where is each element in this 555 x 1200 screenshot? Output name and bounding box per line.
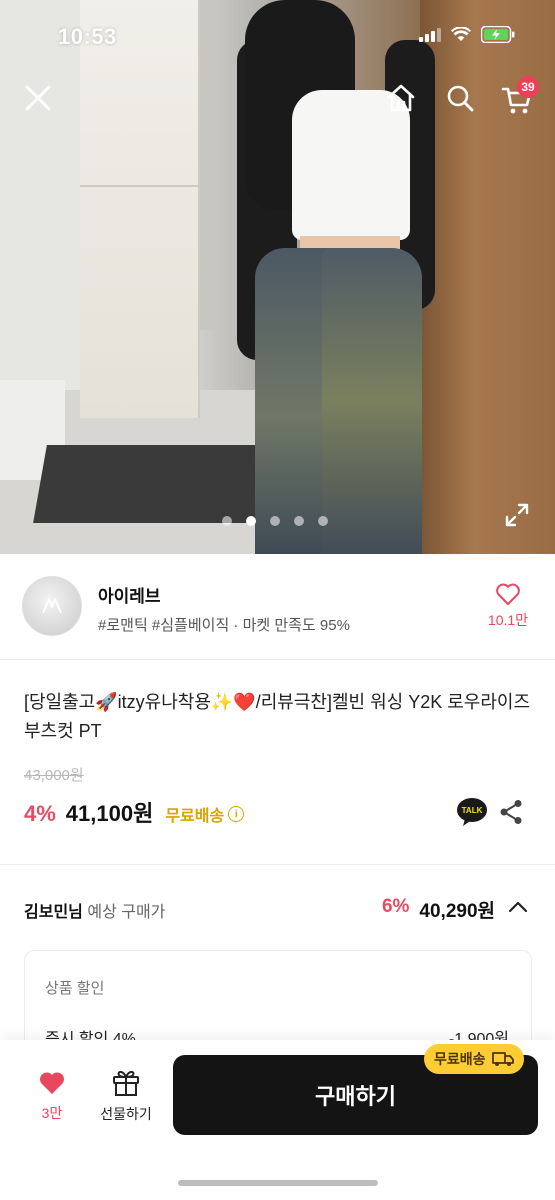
shop-tags: #로맨틱 #심플베이직 · 마켓 만족도 95%	[98, 617, 350, 634]
cart-button[interactable]: 39	[497, 76, 539, 120]
search-button[interactable]	[442, 80, 478, 116]
expected-price-row[interactable]: 김보민님 예상 구매가 6% 40,290원	[0, 866, 555, 950]
home-button[interactable]	[383, 80, 419, 116]
expected-price: 6% 40,290원	[382, 896, 495, 923]
discount-rate: 4%	[24, 801, 56, 826]
carousel-indicator	[222, 516, 328, 526]
carousel-dot[interactable]	[270, 516, 280, 526]
free-shipping-badge-text: 무료배송	[434, 1051, 486, 1067]
talk-label: TALK	[462, 806, 483, 815]
heart-filled-icon	[39, 1072, 65, 1094]
expected-price-value: 40,290원	[419, 901, 495, 922]
gift-button[interactable]: 선물하기	[92, 1068, 160, 1124]
heart-outline-icon	[496, 583, 520, 605]
share-icon	[500, 800, 522, 824]
carousel-dot[interactable]	[318, 516, 328, 526]
shop-logo-icon	[42, 598, 62, 614]
wifi-icon	[451, 27, 471, 41]
product-info: [당일출고🚀itzy유나착용✨❤️/리뷰극찬]켈빈 워싱 Y2K 로우라이즈 부…	[0, 660, 555, 865]
kakao-talk-button[interactable]: TALK	[456, 797, 488, 827]
info-icon[interactable]: i	[228, 806, 245, 822]
fullscreen-button[interactable]	[502, 500, 532, 530]
original-price: 43,000원	[24, 767, 84, 784]
truck-icon	[491, 1052, 514, 1066]
bottom-action-bar: 3만 선물하기 구매하기 무료배송	[0, 1040, 555, 1200]
discount-box-title: 상품 할인	[45, 980, 105, 997]
signal-icon	[419, 27, 441, 42]
gift-icon	[113, 1070, 139, 1096]
home-icon	[387, 84, 415, 112]
status-time: 10:53	[58, 24, 117, 49]
expand-icon	[505, 503, 529, 527]
shop-like-button[interactable]: 10.1만	[483, 582, 533, 630]
carousel-dot[interactable]	[222, 516, 232, 526]
home-indicator	[178, 1180, 378, 1186]
close-button[interactable]	[20, 80, 56, 116]
chevron-up-icon	[508, 901, 528, 913]
cart-count-badge: 39	[517, 76, 539, 98]
user-name: 김보민님	[24, 904, 83, 921]
expected-price-label: 김보민님 예상 구매가	[24, 898, 165, 922]
shop-info[interactable]: 아이레브 #로맨틱 #심플베이직 · 마켓 만족도 95% 10.1만	[0, 554, 555, 660]
close-icon	[25, 85, 51, 111]
carousel-dot[interactable]	[294, 516, 304, 526]
expected-discount-rate: 6%	[381, 896, 410, 917]
price-row: 4% 41,100원 무료배송 i	[24, 796, 245, 828]
photo-post	[200, 0, 218, 330]
search-icon	[447, 85, 474, 112]
talk-bubble-icon: TALK	[457, 798, 487, 826]
expected-price-caption: 예상 구매가	[87, 904, 166, 921]
like-count: 3만	[41, 1105, 63, 1121]
shop-avatar[interactable]	[22, 576, 82, 636]
sale-price: 41,100원	[65, 801, 154, 826]
battery-charging-icon	[481, 26, 515, 43]
carousel-dot-active[interactable]	[246, 516, 256, 526]
shop-name[interactable]: 아이레브	[98, 582, 161, 607]
status-icons	[419, 26, 515, 43]
free-shipping-label[interactable]: 무료배송 i	[165, 802, 245, 826]
free-shipping-badge: 무료배송	[424, 1044, 524, 1074]
like-button[interactable]: 3만	[22, 1070, 82, 1123]
share-button[interactable]	[498, 798, 524, 826]
shop-like-count: 10.1만	[487, 612, 529, 628]
collapse-toggle[interactable]	[507, 896, 529, 918]
photo-cabinet	[80, 0, 200, 418]
photo-jeans	[322, 248, 422, 554]
gift-label: 선물하기	[100, 1106, 152, 1122]
free-shipping-text: 무료배송	[165, 808, 225, 825]
product-title: [당일출고🚀itzy유나착용✨❤️/리뷰극찬]켈빈 워싱 Y2K 로우라이즈 부…	[24, 692, 531, 741]
